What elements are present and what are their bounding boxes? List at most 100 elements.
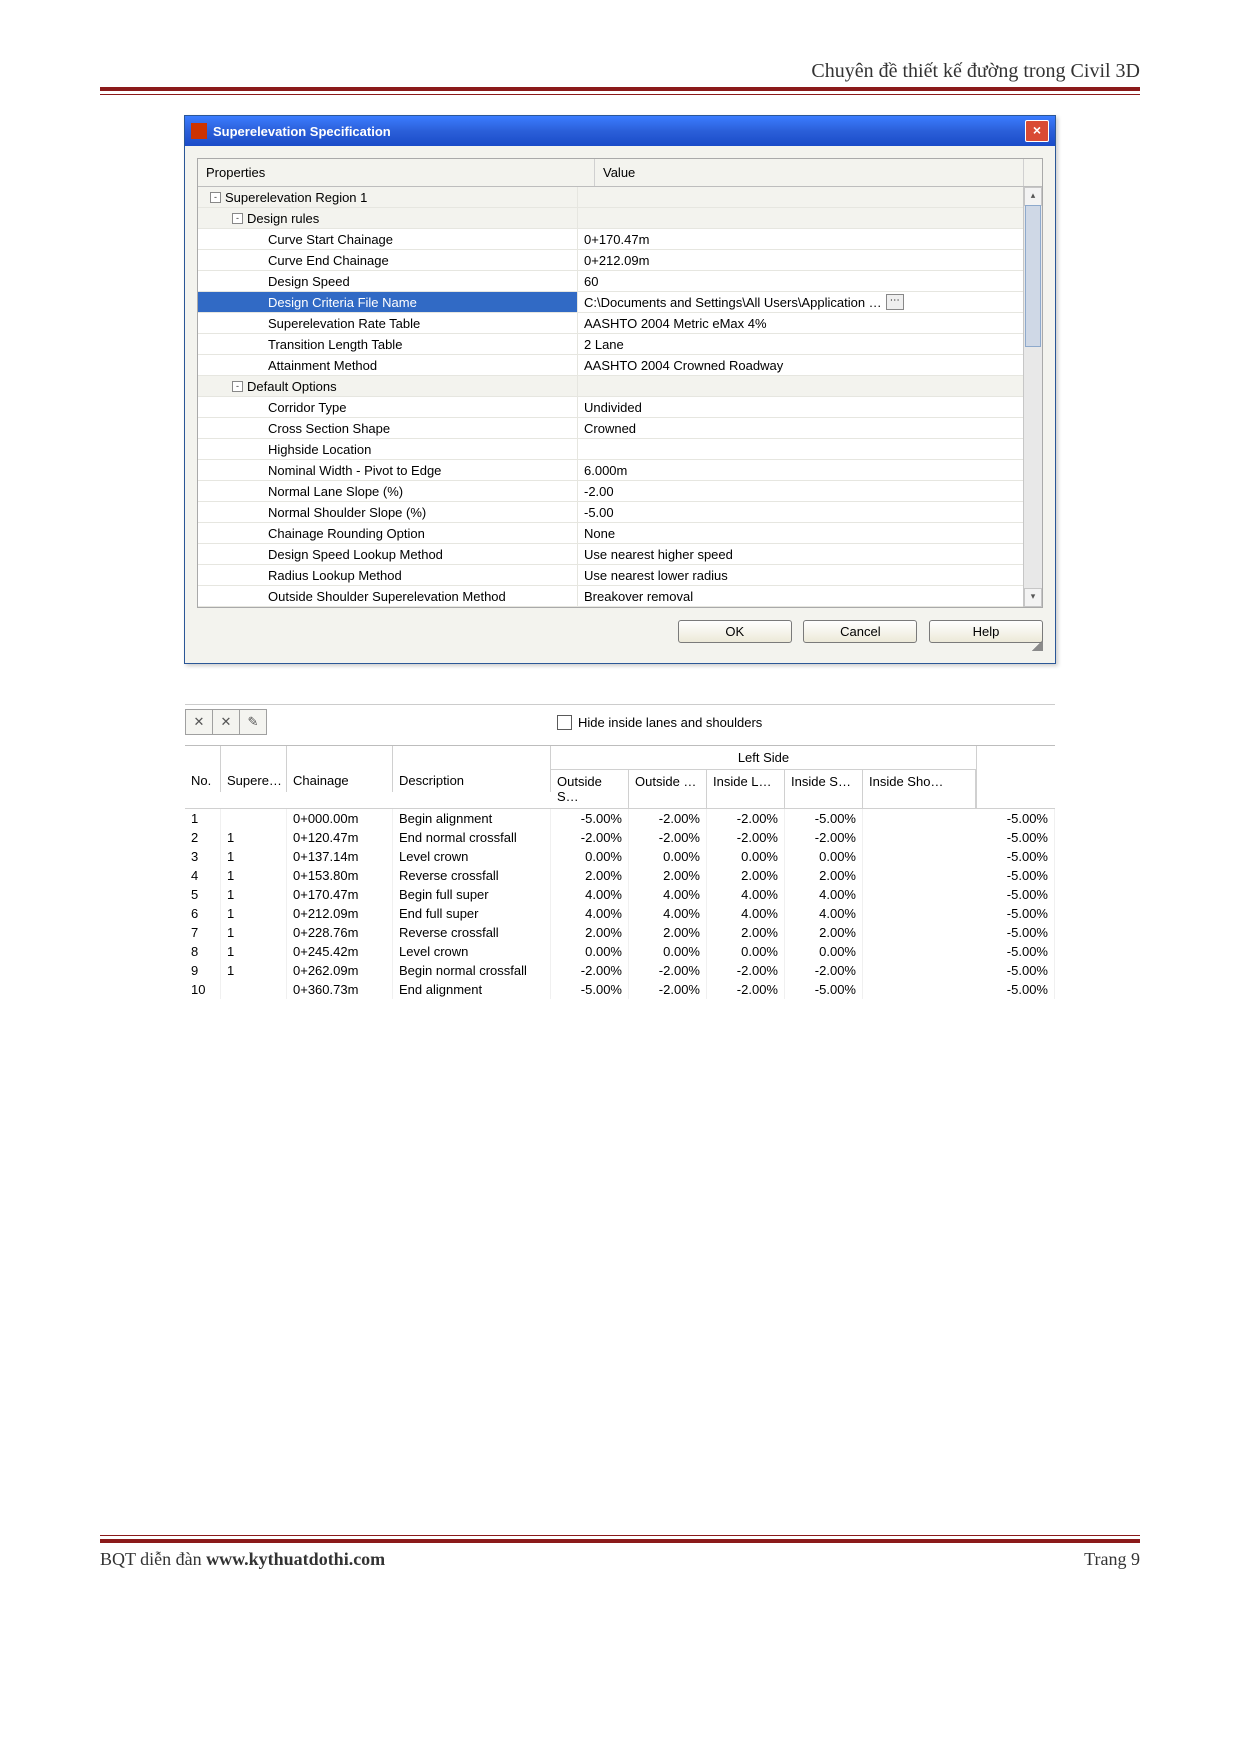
property-row[interactable]: Radius Lookup MethodUse nearest lower ra…: [198, 565, 1042, 586]
table-cell[interactable]: -2.00%: [629, 809, 707, 828]
table-row[interactable]: 210+120.47mEnd normal crossfall-2.00%-2.…: [185, 828, 1055, 847]
table-cell[interactable]: 1: [221, 923, 287, 942]
property-value-cell[interactable]: [578, 187, 1042, 207]
table-cell[interactable]: 1: [221, 961, 287, 980]
table-cell[interactable]: End full super: [393, 904, 551, 923]
property-name-cell[interactable]: Design Criteria File Name: [198, 292, 578, 312]
table-cell[interactable]: 10: [185, 980, 221, 999]
table-cell[interactable]: 0.00%: [629, 847, 707, 866]
collapse-icon[interactable]: -: [232, 213, 243, 224]
table-cell[interactable]: 0.00%: [707, 942, 785, 961]
table-cell[interactable]: [221, 809, 287, 828]
table-row[interactable]: 910+262.09mBegin normal crossfall-2.00%-…: [185, 961, 1055, 980]
table-cell[interactable]: 2.00%: [785, 866, 863, 885]
property-row[interactable]: Transition Length Table2 Lane: [198, 334, 1042, 355]
col-leftside-label[interactable]: Left Side: [551, 746, 976, 770]
property-row[interactable]: Cross Section ShapeCrowned: [198, 418, 1042, 439]
ok-button[interactable]: OK: [678, 620, 792, 643]
table-cell[interactable]: 5: [185, 885, 221, 904]
table-cell[interactable]: 2: [185, 828, 221, 847]
table-cell[interactable]: 0+170.47m: [287, 885, 393, 904]
property-value-cell[interactable]: None: [578, 523, 1042, 543]
property-name-cell[interactable]: Nominal Width - Pivot to Edge: [198, 460, 578, 480]
property-value-cell[interactable]: 6.000m: [578, 460, 1042, 480]
table-cell[interactable]: -2.00%: [707, 961, 785, 980]
table-cell[interactable]: Level crown: [393, 847, 551, 866]
property-name-cell[interactable]: Corridor Type: [198, 397, 578, 417]
property-value-cell[interactable]: C:\Documents and Settings\All Users\Appl…: [578, 292, 1042, 312]
dialog-titlebar[interactable]: Superelevation Specification ×: [185, 116, 1055, 146]
property-name-cell[interactable]: -Superelevation Region 1: [198, 187, 578, 207]
table-cell[interactable]: 0+262.09m: [287, 961, 393, 980]
property-row[interactable]: Attainment MethodAASHTO 2004 Crowned Roa…: [198, 355, 1042, 376]
table-cell[interactable]: 0.00%: [785, 847, 863, 866]
table-cell[interactable]: 0+245.42m: [287, 942, 393, 961]
table-cell[interactable]: Begin normal crossfall: [393, 961, 551, 980]
table-row[interactable]: 610+212.09mEnd full super4.00%4.00%4.00%…: [185, 904, 1055, 923]
sub-col-3[interactable]: Inside S…: [785, 770, 863, 808]
toolbar-icon-2[interactable]: ✕: [213, 710, 240, 734]
table-cell[interactable]: -2.00%: [551, 961, 629, 980]
property-value-cell[interactable]: [578, 208, 1042, 228]
sub-col-2[interactable]: Inside L…: [707, 770, 785, 808]
table-cell[interactable]: End normal crossfall: [393, 828, 551, 847]
vertical-scrollbar[interactable]: ▴ ▾: [1023, 187, 1042, 607]
table-cell[interactable]: 2.00%: [629, 866, 707, 885]
table-cell[interactable]: -5.00%: [863, 866, 1055, 885]
table-cell[interactable]: -2.00%: [629, 980, 707, 999]
table-cell[interactable]: 0+228.76m: [287, 923, 393, 942]
property-value-cell[interactable]: Use nearest higher speed: [578, 544, 1042, 564]
table-cell[interactable]: -5.00%: [551, 809, 629, 828]
table-cell[interactable]: 6: [185, 904, 221, 923]
property-name-cell[interactable]: Design Speed Lookup Method: [198, 544, 578, 564]
property-row[interactable]: Normal Shoulder Slope (%)-5.00: [198, 502, 1042, 523]
table-cell[interactable]: -5.00%: [863, 942, 1055, 961]
table-cell[interactable]: [221, 980, 287, 999]
table-cell[interactable]: Begin full super: [393, 885, 551, 904]
table-cell[interactable]: -5.00%: [863, 923, 1055, 942]
property-row[interactable]: -Design rules: [198, 208, 1042, 229]
property-name-cell[interactable]: Outside Shoulder Superelevation Method: [198, 586, 578, 606]
property-row[interactable]: Curve Start Chainage0+170.47m: [198, 229, 1042, 250]
collapse-icon[interactable]: -: [210, 192, 221, 203]
table-cell[interactable]: -5.00%: [785, 809, 863, 828]
table-cell[interactable]: 2.00%: [551, 923, 629, 942]
sub-col-1[interactable]: Outside …: [629, 770, 707, 808]
table-cell[interactable]: -2.00%: [629, 961, 707, 980]
property-value-cell[interactable]: 0+212.09m: [578, 250, 1042, 270]
table-cell[interactable]: 0+360.73m: [287, 980, 393, 999]
table-cell[interactable]: 0+153.80m: [287, 866, 393, 885]
table-cell[interactable]: 0.00%: [551, 847, 629, 866]
table-cell[interactable]: 0.00%: [707, 847, 785, 866]
table-cell[interactable]: 0+120.47m: [287, 828, 393, 847]
property-name-cell[interactable]: Cross Section Shape: [198, 418, 578, 438]
property-name-cell[interactable]: -Design rules: [198, 208, 578, 228]
property-value-cell[interactable]: 60: [578, 271, 1042, 291]
property-name-cell[interactable]: Chainage Rounding Option: [198, 523, 578, 543]
table-cell[interactable]: 9: [185, 961, 221, 980]
property-row[interactable]: Highside Location: [198, 439, 1042, 460]
property-row[interactable]: Design Speed60: [198, 271, 1042, 292]
property-row[interactable]: Design Criteria File NameC:\Documents an…: [198, 292, 1042, 313]
col-supere[interactable]: Supere…: [221, 746, 287, 792]
table-cell[interactable]: -2.00%: [707, 828, 785, 847]
collapse-icon[interactable]: -: [232, 381, 243, 392]
table-cell[interactable]: 4.00%: [629, 885, 707, 904]
table-cell[interactable]: -5.00%: [863, 904, 1055, 923]
property-row[interactable]: Corridor TypeUndivided: [198, 397, 1042, 418]
table-cell[interactable]: -5.00%: [863, 828, 1055, 847]
col-description[interactable]: Description: [393, 746, 551, 792]
property-value-cell[interactable]: -5.00: [578, 502, 1042, 522]
table-row[interactable]: 710+228.76mReverse crossfall2.00%2.00%2.…: [185, 923, 1055, 942]
table-cell[interactable]: 4.00%: [629, 904, 707, 923]
property-value-cell[interactable]: Undivided: [578, 397, 1042, 417]
table-cell[interactable]: End alignment: [393, 980, 551, 999]
property-row[interactable]: Outside Shoulder Superelevation MethodBr…: [198, 586, 1042, 607]
property-value-cell[interactable]: [578, 439, 1042, 459]
table-cell[interactable]: 0+137.14m: [287, 847, 393, 866]
table-cell[interactable]: -5.00%: [551, 980, 629, 999]
table-cell[interactable]: 1: [221, 885, 287, 904]
property-row[interactable]: Nominal Width - Pivot to Edge6.000m: [198, 460, 1042, 481]
table-cell[interactable]: Level crown: [393, 942, 551, 961]
table-cell[interactable]: 2.00%: [707, 923, 785, 942]
